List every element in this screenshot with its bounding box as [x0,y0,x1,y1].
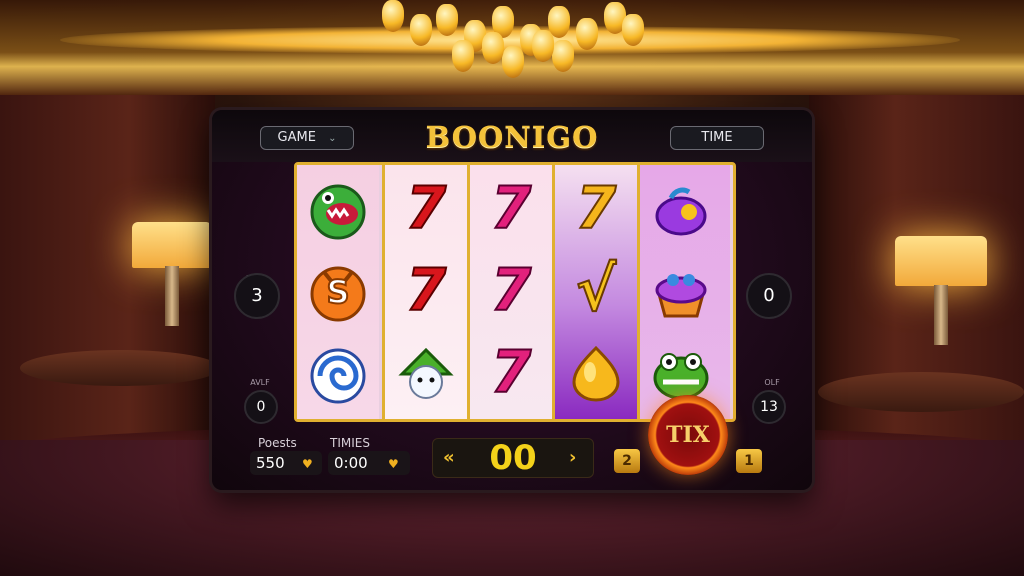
spin-button[interactable]: TIX [648,395,728,475]
reel-window: S 7 7 7 7 7 7 √ [294,162,736,422]
check-gold-icon: √ [575,254,617,326]
time-button[interactable]: TIME [670,126,764,150]
heart-icon: ♥ [302,457,313,471]
seven-red-icon: 7 [405,173,447,243]
bet-decrease-button[interactable]: « [443,447,455,468]
bird-purple-icon [646,177,716,247]
seven-gold-icon: 7 [575,173,617,243]
lamp-left-base [165,266,179,326]
table-left [20,350,220,386]
reel-3: 7 7 7 [467,165,552,419]
left-top-counter: 3 [234,273,280,319]
seven-pink-icon: 7 [490,173,532,243]
table-right [818,372,1024,412]
monster-green-icon [303,177,373,247]
bet-increase-button[interactable]: › [569,447,576,468]
game-menu-label: GAME [277,130,316,145]
spin-label: TIX [666,422,710,448]
lamp-right [895,236,987,286]
reel-1: S [297,165,379,419]
right-bottom-label: OLF [764,378,780,387]
points-label: Poests [258,436,297,450]
reel-2: 7 7 [382,165,467,419]
times-label: TIMIES [330,436,370,450]
reel-4: 7 √ [552,165,637,419]
left-bottom-label: AVLF [250,378,270,387]
time-label: TIME [701,130,733,145]
swirl-blue-icon [303,339,373,409]
game-title: BOONIGO [425,120,599,154]
heart-icon: ♥ [388,457,399,471]
game-menu-button[interactable]: GAME ⌄ [260,126,354,150]
seven-red-icon: 7 [405,255,447,325]
chevron-down-icon: ⌄ [328,133,337,144]
right-top-counter: 0 [746,273,792,319]
monster-letter: S [325,272,350,312]
option-button-1[interactable]: 1 [736,449,762,473]
reel-5 [637,165,730,419]
monster-orange-s-icon: S [303,257,373,327]
right-bottom-counter: 13 [752,390,786,424]
bet-value: 00 [489,438,537,478]
wall-left [0,95,215,455]
ghost-green-icon [391,339,461,409]
cupcake-purple-icon [646,257,716,327]
lamp-right-base [934,285,948,345]
chandelier [372,0,652,78]
seven-pink-icon: 7 [490,337,532,407]
slot-machine-screen: GAME ⌄ BOONIGO TIME S 7 7 7 7 7 7 √ 3 AV… [212,110,812,490]
left-bottom-counter: 0 [244,390,278,424]
lamp-left [132,222,212,268]
seven-pink-icon: 7 [490,255,532,325]
option-button-2[interactable]: 2 [614,449,640,473]
bet-selector: « 00 › [432,438,594,478]
gem-gold-icon [561,339,631,409]
